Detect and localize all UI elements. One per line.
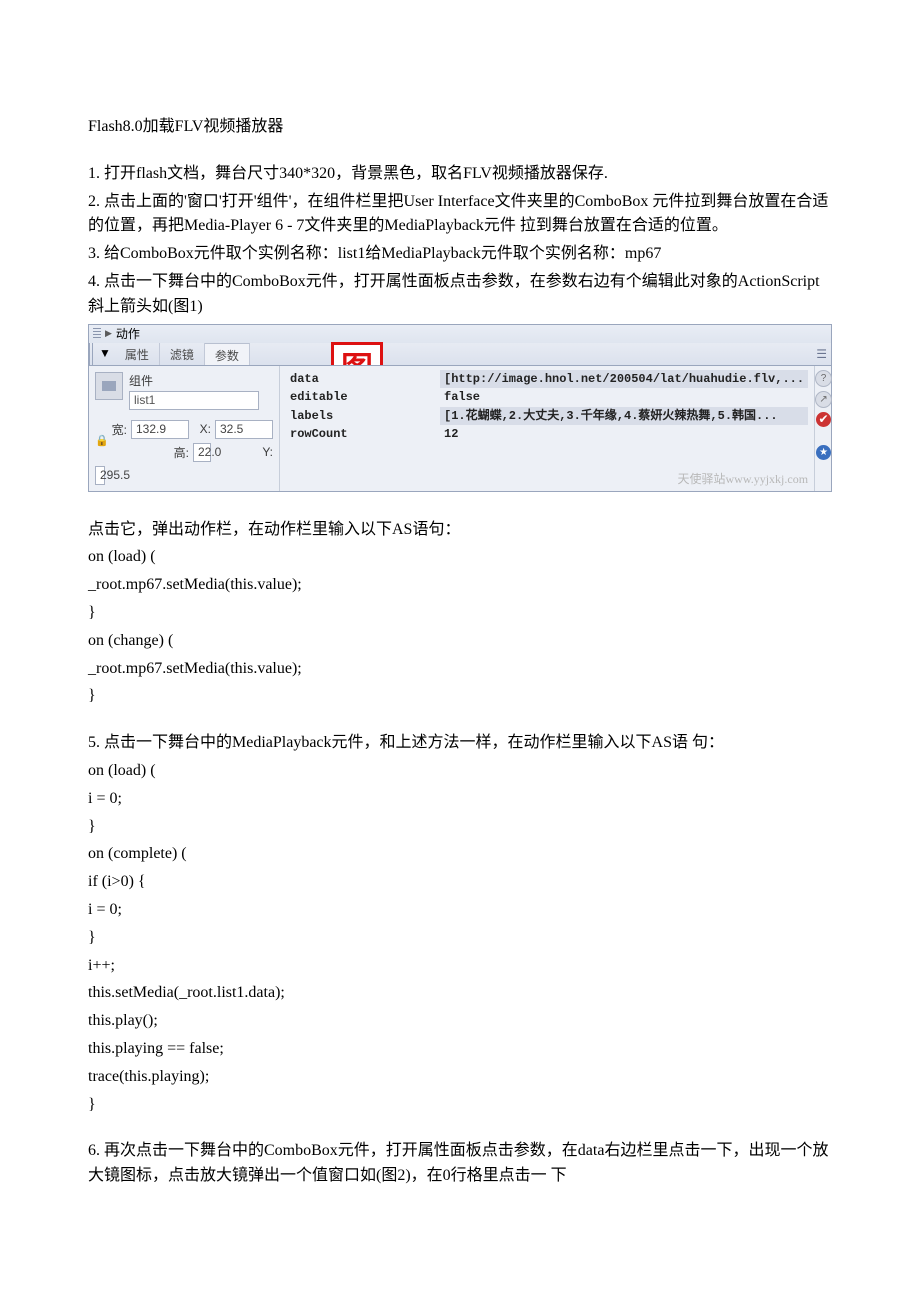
code-line: _root.mp67.setMedia(this.value); xyxy=(88,657,832,682)
param-values-column: [http://image.hnol.net/200504/lat/huahud… xyxy=(440,366,814,491)
code-line: this.playing == false; xyxy=(88,1037,832,1062)
y-label: Y: xyxy=(215,445,273,459)
code-line: i = 0; xyxy=(88,787,832,812)
code-line: } xyxy=(88,926,832,951)
lock-icon[interactable]: 🔒 xyxy=(95,434,105,447)
step-5: 5. 点击一下舞台中的MediaPlayback元件，和上述方法一样，在动作栏里… xyxy=(88,731,832,756)
y-field[interactable]: 295.5 xyxy=(95,466,105,485)
code-line: this.setMedia(_root.list1.data); xyxy=(88,981,832,1006)
component-info: 组件 list1 🔒 宽: 132.9 X: 32.5 高: 22.0 Y: 2… xyxy=(89,366,280,491)
code-line: i = 0; xyxy=(88,898,832,923)
x-field[interactable]: 32.5 xyxy=(215,420,273,439)
grip-icon xyxy=(93,328,101,340)
code-line: _root.mp67.setMedia(this.value); xyxy=(88,573,832,598)
tab-parameters[interactable]: 参数 xyxy=(205,343,250,365)
actions-label: 动作 xyxy=(116,325,140,342)
code-line: } xyxy=(88,1093,832,1118)
side-toolbar: ? ↗ ✔ ★ xyxy=(814,366,832,491)
panel-tabs: ▼ 属性 滤镜 参数 图 ☰ xyxy=(88,343,832,365)
component-type-label: 组件 xyxy=(129,372,259,389)
check-icon[interactable]: ✔ xyxy=(816,412,831,427)
watermark-text: 天使驿站www.yyjxkj.com xyxy=(678,470,809,489)
code-line: on (complete) ( xyxy=(88,842,832,867)
width-label: 宽: xyxy=(109,421,127,438)
height-label: 高: xyxy=(131,444,189,461)
flash-properties-panel: ▶ 动作 ▼ 属性 滤镜 参数 图 ☰ 组件 list1 � xyxy=(88,324,832,492)
after-panel-text: 点击它，弹出动作栏，在动作栏里输入以下AS语句： xyxy=(88,518,832,543)
code-line: on (change) ( xyxy=(88,629,832,654)
code-line: trace(this.playing); xyxy=(88,1065,832,1090)
help-icon[interactable]: ? xyxy=(815,370,832,387)
tab-properties[interactable]: 属性 xyxy=(115,343,160,365)
code-line: } xyxy=(88,815,832,840)
collapse-icon[interactable]: ▼ xyxy=(97,343,115,365)
panel-header: ▶ 动作 xyxy=(88,324,832,343)
expand-icon[interactable]: ▶ xyxy=(105,328,112,339)
param-name[interactable]: editable xyxy=(290,388,440,407)
step-6: 6. 再次点击一下舞台中的ComboBox元件，打开属性面板点击参数，在data… xyxy=(88,1139,832,1189)
code-line: on (load) ( xyxy=(88,759,832,784)
step-4: 4. 点击一下舞台中的ComboBox元件，打开属性面板点击参数，在参数右边有个… xyxy=(88,270,832,320)
page-title: Flash8.0加载FLV视频播放器 xyxy=(88,115,832,140)
param-value[interactable]: [1.花蝴蝶,2.大丈夫,3.千年缘,4.蔡妍火辣热舞,5.韩国... xyxy=(440,407,808,426)
param-name[interactable]: labels xyxy=(290,407,440,426)
menu-icon[interactable]: ☰ xyxy=(816,347,827,361)
dimensions-grid: 🔒 宽: 132.9 X: 32.5 高: 22.0 Y: 295.5 xyxy=(95,420,273,485)
grip-icon xyxy=(89,343,95,365)
height-field[interactable]: 22.0 xyxy=(193,443,211,462)
code-line: this.play(); xyxy=(88,1009,832,1034)
param-names-column: data editable labels rowCount xyxy=(280,366,440,491)
step-2: 2. 点击上面的'窗口'打开'组件'，在组件栏里把User Interface文… xyxy=(88,190,832,240)
x-label: X: xyxy=(193,422,211,436)
code-line: if (i>0) { xyxy=(88,870,832,895)
param-value[interactable]: [http://image.hnol.net/200504/lat/huahud… xyxy=(440,370,808,389)
instance-name-field[interactable]: list1 xyxy=(129,391,259,410)
code-line: i++; xyxy=(88,954,832,979)
code-line: } xyxy=(88,601,832,626)
param-name[interactable]: data xyxy=(290,370,440,389)
code-line: } xyxy=(88,684,832,709)
component-icon xyxy=(95,372,123,400)
tab-filters[interactable]: 滤镜 xyxy=(160,343,205,365)
width-field[interactable]: 132.9 xyxy=(131,420,189,439)
info-icon[interactable]: ★ xyxy=(816,445,831,460)
step-3: 3. 给ComboBox元件取个实例名称：list1给MediaPlayback… xyxy=(88,242,832,267)
param-value[interactable]: false xyxy=(440,388,808,407)
step-1: 1. 打开flash文档，舞台尺寸340*320，背景黑色，取名FLV视频播放器… xyxy=(88,162,832,187)
action-arrow-icon[interactable]: ↗ xyxy=(815,391,832,408)
param-value[interactable]: 12 xyxy=(440,425,808,444)
param-name[interactable]: rowCount xyxy=(290,425,440,444)
code-line: on (load) ( xyxy=(88,545,832,570)
